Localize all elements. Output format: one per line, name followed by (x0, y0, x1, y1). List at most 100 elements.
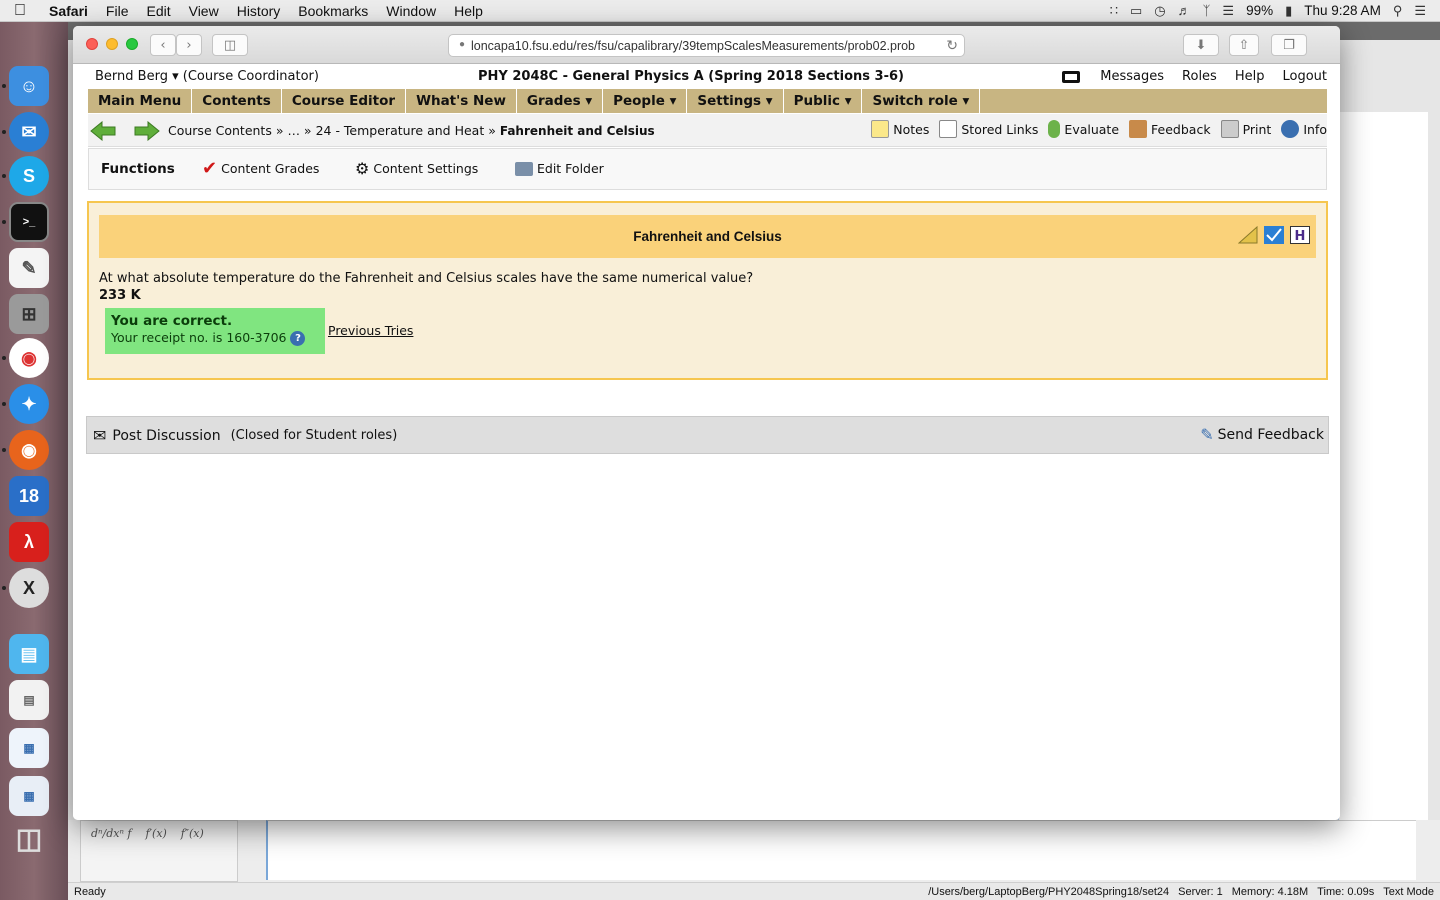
bluetooth-icon[interactable]: ᛉ (1203, 3, 1211, 18)
menu-bookmarks[interactable]: Bookmarks (289, 3, 377, 19)
menu-history[interactable]: History (228, 3, 290, 19)
trash-icon[interactable]: ◫ (9, 818, 49, 858)
breadcrumb-course-contents[interactable]: Course Contents » (168, 123, 283, 138)
content-settings-link[interactable]: ⚙ Content Settings (355, 160, 478, 176)
xquartz-icon[interactable]: X (9, 568, 49, 608)
menu-people[interactable]: People ▾ (603, 89, 688, 113)
document-thumbnail-icon[interactable]: ▤ (9, 680, 49, 720)
user-info[interactable]: Bernd Berg ▾ (Course Coordinator) (95, 69, 319, 84)
hint-h-icon[interactable]: H (1290, 226, 1310, 244)
menu-edit[interactable]: Edit (137, 3, 179, 19)
menu-settings[interactable]: Settings ▾ (687, 89, 784, 113)
zoom-window-button[interactable] (126, 38, 138, 50)
edit-folder-link[interactable]: Edit Folder (515, 161, 604, 176)
airplay-icon[interactable]: ▭ (1130, 3, 1142, 19)
main-menu-bar: Main Menu Contents Course Editor What's … (88, 89, 1327, 113)
thunderbird-icon[interactable]: ✉ (9, 112, 49, 152)
menu-window[interactable]: Window (377, 3, 445, 19)
webpage-thumbnail-icon[interactable]: ▦ (9, 776, 49, 816)
discussion-bar: ✉ Post Discussion (Closed for Student ro… (86, 416, 1329, 454)
roles-link[interactable]: Roles (1182, 69, 1217, 84)
finder-icon[interactable]: ☺ (9, 66, 49, 106)
reload-icon[interactable]: ↻ (942, 37, 958, 54)
terminal-icon[interactable]: >_ (9, 202, 49, 242)
minimize-window-button[interactable] (106, 38, 118, 50)
downloads-button[interactable]: ⬇ (1183, 34, 1219, 56)
clock[interactable]: Thu 9:28 AM (1304, 3, 1381, 18)
time-machine-icon[interactable]: ◷ (1154, 3, 1165, 19)
menu-whats-new[interactable]: What's New (406, 89, 517, 113)
volume-icon[interactable]: ♬ (1178, 3, 1191, 18)
sidebar-toggle-button[interactable]: ◫ (212, 34, 248, 56)
sidebar-icon: ◫ (223, 37, 237, 53)
chrome-icon[interactable]: ◉ (9, 338, 49, 378)
derivative-symbols-icon[interactable]: dⁿ/dxⁿ f f′(x) f″(x) (91, 827, 227, 840)
skype-icon[interactable]: S (9, 156, 49, 196)
help-question-icon[interactable]: ? (290, 331, 306, 346)
folder-icon[interactable]: ▤ (9, 634, 49, 674)
tabs-overview-button[interactable]: ❐ (1271, 34, 1307, 56)
notes-icon (871, 120, 890, 138)
send-feedback-link[interactable]: Send Feedback (1218, 427, 1324, 443)
screenshot-thumbnail-icon[interactable]: ▦ (9, 728, 49, 768)
textedit-icon[interactable]: ✎ (9, 248, 49, 288)
notification-center-icon[interactable]: ☰ (1414, 3, 1426, 19)
forward-button[interactable]: › (176, 34, 202, 56)
math-palette[interactable]: dⁿ/dxⁿ f f′(x) f″(x) (80, 820, 238, 882)
menu-help[interactable]: Help (445, 3, 492, 19)
menu-switch-role[interactable]: Switch role ▾ (862, 89, 981, 113)
menu-public[interactable]: Public ▾ (784, 89, 863, 113)
grading-icon[interactable] (1264, 226, 1284, 244)
safari-window: ‹ › ◫ ● loncapa10.fsu.edu/res/fsu/capali… (73, 26, 1340, 820)
share-button[interactable]: ⇧ (1229, 34, 1259, 56)
ruler-triangle-icon[interactable] (1238, 226, 1258, 244)
acrobat-icon[interactable]: λ (9, 522, 49, 562)
logout-link[interactable]: Logout (1282, 69, 1327, 84)
notes-label: Notes (893, 121, 930, 137)
next-arrow-icon[interactable] (134, 121, 160, 141)
close-window-button[interactable] (86, 38, 98, 50)
menu-contents[interactable]: Contents (192, 89, 282, 113)
safari-icon[interactable]: ✦ (9, 384, 49, 424)
breadcrumb-ellipsis[interactable]: … » (287, 123, 311, 138)
calendar-app-icon[interactable]: 18 (9, 476, 49, 516)
grid-dots-icon[interactable]: ∷ (1110, 3, 1118, 19)
menu-grades[interactable]: Grades ▾ (517, 89, 604, 113)
firefox-icon[interactable]: ◉ (9, 430, 49, 470)
info-tool[interactable]: Info (1281, 120, 1327, 138)
breadcrumb-temperature-heat[interactable]: 24 - Temperature and Heat » (316, 123, 496, 138)
user-name[interactable]: Bernd Berg ▾ (95, 69, 179, 84)
discussion-bubble-icon[interactable]: ✉ (93, 426, 106, 445)
calculator-icon[interactable]: ⊞ (9, 294, 49, 334)
status-time: Time: 0.09s (1317, 885, 1375, 898)
menu-course-editor[interactable]: Course Editor (282, 89, 407, 113)
menu-view[interactable]: View (180, 3, 228, 19)
notes-tool[interactable]: Notes (871, 120, 929, 138)
checkmark-icon: ✔ (202, 157, 218, 179)
menu-main-menu[interactable]: Main Menu (88, 89, 193, 113)
evaluate-tool[interactable]: Evaluate (1048, 120, 1119, 138)
menu-file[interactable]: File (97, 3, 138, 19)
apple-icon[interactable]:  (0, 2, 40, 20)
previous-tries-link[interactable]: Previous Tries (328, 323, 413, 338)
address-bar[interactable]: ● loncapa10.fsu.edu/res/fsu/capalibrary/… (448, 34, 965, 57)
menu-app-safari[interactable]: Safari (40, 3, 97, 19)
send-feedback-icon[interactable]: ✎ (1200, 425, 1213, 444)
laptop-icon[interactable] (1062, 70, 1081, 83)
messages-link[interactable]: Messages (1100, 69, 1164, 84)
back-button[interactable]: ‹ (150, 34, 176, 56)
battery-icon[interactable]: ▮ (1285, 3, 1292, 19)
print-tool[interactable]: Print (1220, 120, 1271, 138)
spotlight-search-icon[interactable]: ⚲ (1393, 3, 1403, 19)
wifi-icon[interactable]: ☰ (1222, 3, 1234, 19)
content-grades-link[interactable]: ✔ Content Grades (202, 157, 319, 179)
correct-title: You are correct. (111, 313, 233, 329)
stored-links-tool[interactable]: Stored Links (939, 120, 1038, 138)
post-discussion-link[interactable]: Post Discussion (112, 428, 220, 444)
previous-arrow-icon[interactable] (90, 121, 116, 141)
help-link[interactable]: Help (1235, 69, 1265, 84)
dock: ☺ ✉ S >_ ✎ ⊞ ◉ ✦ ◉ 18 λ X ▤ ▤ ▦ ▦ ◫ (0, 22, 68, 900)
feedback-tool[interactable]: Feedback (1129, 120, 1211, 138)
breadcrumb: Course Contents » … » 24 - Temperature a… (168, 123, 655, 138)
status-mode: Text Mode (1383, 885, 1434, 898)
